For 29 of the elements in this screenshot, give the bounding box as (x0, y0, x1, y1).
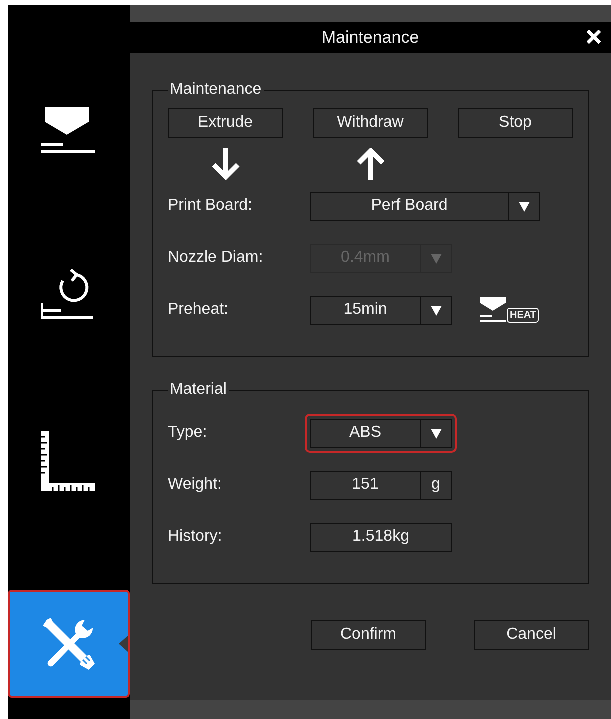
action-button[interactable]: Extrude (168, 108, 283, 138)
input-field[interactable]: 1.518kg (310, 522, 452, 552)
ruler-icon (41, 430, 97, 490)
down-arrow-icon (212, 148, 240, 180)
field-label: Type: (168, 424, 208, 442)
dropdown[interactable]: ABS (310, 418, 452, 448)
dropdown[interactable]: Perf Board (310, 192, 540, 220)
input-field[interactable]: 151 g (310, 470, 452, 500)
dropdown-arrow-icon[interactable] (430, 304, 442, 316)
dialog-button[interactable]: Confirm (311, 620, 426, 650)
dropdown-arrow-icon[interactable] (518, 200, 530, 212)
up-arrow-icon (356, 148, 384, 180)
group-title: Material (169, 381, 228, 399)
nozzle-icon (41, 106, 97, 154)
preheat-button[interactable]: HEAT (480, 297, 540, 323)
dropdown-arrow-icon[interactable] (430, 428, 442, 438)
field-label: History: (168, 528, 224, 546)
close-icon[interactable] (587, 30, 601, 44)
dialog-title: Maintenance (322, 28, 420, 48)
field-label: Nozzle Diam: (168, 249, 264, 267)
field-label: Print Board: (168, 197, 254, 215)
field-label: Weight: (168, 476, 223, 494)
action-button[interactable]: Withdraw (313, 108, 428, 138)
tools-icon (43, 618, 95, 670)
field-label: Preheat: (168, 301, 230, 319)
group-title: Maintenance (169, 81, 263, 99)
action-button[interactable]: Stop (458, 108, 573, 138)
dialog-button[interactable]: Cancel (474, 620, 589, 650)
dropdown[interactable]: 15min (310, 296, 452, 324)
